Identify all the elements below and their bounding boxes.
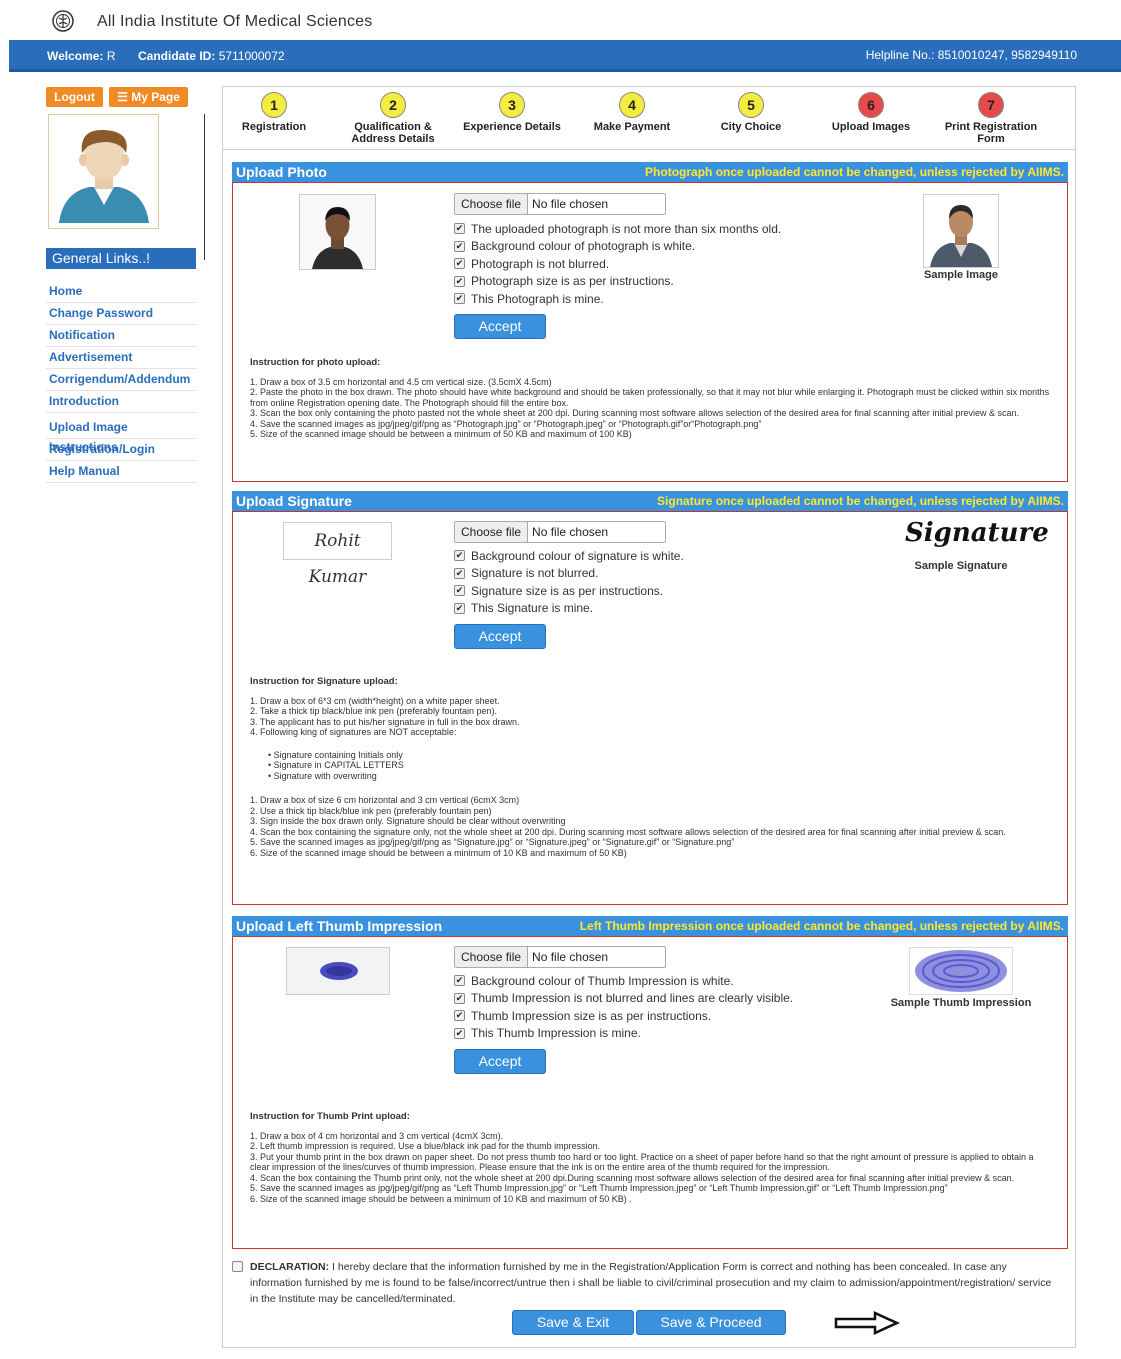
signature-check-blur[interactable]: ✔ Signature is not blurred. — [454, 565, 684, 583]
upload-photo-section: Upload Photo Photograph once uploaded ca… — [232, 162, 1068, 482]
step-make-payment[interactable]: 4 Make Payment — [572, 92, 692, 133]
sample-signature-image: Signature — [905, 518, 1049, 548]
user-avatar-icon — [59, 129, 149, 223]
declaration-text: DECLARATION: I hereby declare that the i… — [250, 1261, 1052, 1305]
unacceptable-signatures-list: Signature containing Initials only Signa… — [268, 750, 1055, 782]
photo-check-age[interactable]: ✔ The uploaded photograph is not more tha… — [454, 220, 781, 238]
section-header: Upload Left Thumb Impression Left Thumb … — [232, 916, 1068, 936]
step-experience[interactable]: 3 Experience Details — [452, 92, 572, 133]
arrow-right-icon — [834, 1311, 901, 1335]
save-proceed-button[interactable]: Save & Proceed — [636, 1310, 786, 1335]
declaration-checkbox[interactable] — [232, 1261, 243, 1272]
sidebar-divider — [204, 114, 205, 260]
uploaded-photo — [299, 194, 376, 270]
photo-check-mine[interactable]: ✔ This Photograph is mine. — [454, 290, 781, 308]
photo-check-blur[interactable]: ✔ Photograph is not blurred. — [454, 255, 781, 273]
step-upload-images[interactable]: 6 Upload Images — [811, 92, 931, 133]
thumb-file-input[interactable]: Choose file No file chosen — [454, 946, 666, 968]
logout-button[interactable]: Logout — [46, 87, 103, 107]
sidebar-item-introduction[interactable]: Introduction — [46, 391, 197, 413]
thumb-instructions: Instruction for Thumb Print upload: 1. D… — [250, 1111, 1034, 1204]
section-header: Upload Signature Signature once uploaded… — [232, 491, 1068, 511]
photo-file-input[interactable]: Choose file No file chosen — [454, 193, 666, 215]
upload-thumb-section: Upload Left Thumb Impression Left Thumb … — [232, 916, 1068, 1249]
sidebar-item-help-manual[interactable]: Help Manual — [46, 461, 197, 483]
sample-signature-label: Sample Signature — [914, 560, 1008, 572]
thumb-check-mine[interactable]: ✔ This Thumb Impression is mine. — [454, 1025, 793, 1043]
step-print-form[interactable]: 7 Print Registration Form — [931, 92, 1051, 145]
progress-steps: 1 Registration 2 Qualification & Address D… — [222, 86, 1076, 150]
signature-checklist: ✔ Background colour of signature is white… — [454, 547, 684, 617]
upload-signature-section: Upload Signature Signature once uploaded… — [232, 491, 1068, 905]
thumb-checklist: ✔ Background colour of Thumb Impression i… — [454, 972, 793, 1042]
signature-check-size[interactable]: ✔ Signature size is as per instructions. — [454, 582, 684, 600]
site-header: All India Institute Of Medical Sciences — [0, 0, 1121, 40]
thumb-accept-button[interactable]: Accept — [454, 1049, 546, 1074]
my-page-button[interactable]: ☰ My Page — [109, 87, 188, 107]
sidebar-item-upload-instructions[interactable]: Upload Image Instructions — [46, 417, 197, 454]
site-title: All India Institute Of Medical Sciences — [97, 13, 373, 30]
photo-accept-button[interactable]: Accept — [454, 314, 546, 339]
step-qualification[interactable]: 2 Qualification & Address Details — [333, 92, 453, 145]
sidebar-item-notification[interactable]: Notification — [46, 325, 197, 347]
photo-instructions: Instruction for photo upload: 1. Draw a … — [250, 357, 1050, 439]
welcome-text: Welcome: R — [47, 49, 116, 63]
sidebar-item-change-password[interactable]: Change Password — [46, 303, 197, 325]
photo-check-size[interactable]: ✔ Photograph size is as per instructions. — [454, 273, 781, 291]
step-city-choice[interactable]: 5 City Choice — [691, 92, 811, 133]
user-info-bar: Welcome: R Candidate ID: 5711000072 Help… — [9, 40, 1121, 72]
section-header: Upload Photo Photograph once uploaded ca… — [232, 162, 1068, 182]
sample-photo — [923, 194, 999, 268]
list-icon: ☰ — [117, 90, 132, 104]
uploaded-signature: Rohit Kumar — [283, 522, 392, 587]
save-exit-button[interactable]: Save & Exit — [512, 1310, 634, 1335]
helpline: Helpline No.: 8510010247, 9582949110 — [865, 48, 1077, 62]
general-links-header: General Links..! — [46, 248, 196, 269]
avatar — [48, 114, 159, 229]
step-registration[interactable]: 1 Registration — [214, 92, 334, 133]
sidebar-item-registration-login[interactable]: Registration/Login — [46, 439, 197, 461]
sidebar-nav: Home Change Password Notification Advert… — [46, 281, 197, 483]
sidebar-item-corrigendum[interactable]: Corrigendum/Addendum — [46, 369, 197, 391]
photo-check-background[interactable]: ✔ Background colour of photograph is whit… — [454, 238, 781, 256]
thumb-check-size[interactable]: ✔ Thumb Impression size is as per instruc… — [454, 1007, 793, 1025]
sample-thumb-image — [909, 947, 1013, 995]
signature-accept-button[interactable]: Accept — [454, 624, 546, 649]
sidebar-item-advertisement[interactable]: Advertisement — [46, 347, 197, 369]
photo-checklist: ✔ The uploaded photograph is not more tha… — [454, 220, 781, 308]
declaration: DECLARATION: I hereby declare that the i… — [232, 1259, 1054, 1307]
sample-image-label: Sample Image — [924, 269, 998, 281]
signature-file-input[interactable]: Choose file No file chosen — [454, 521, 666, 543]
aiims-logo-icon — [52, 10, 74, 32]
thumb-check-blur[interactable]: ✔ Thumb Impression is not blurred and lin… — [454, 990, 793, 1008]
candidate-id: Candidate ID: 5711000072 — [138, 49, 285, 63]
uploaded-thumb-impression — [286, 947, 390, 995]
sidebar-item-home[interactable]: Home — [46, 281, 197, 303]
signature-check-background[interactable]: ✔ Background colour of signature is white… — [454, 547, 684, 565]
signature-check-mine[interactable]: ✔ This Signature is mine. — [454, 600, 684, 618]
signature-instructions: Instruction for Signature upload: 1. Dra… — [250, 676, 1055, 858]
thumb-check-background[interactable]: ✔ Background colour of Thumb Impression i… — [454, 972, 793, 990]
sample-thumb-label: Sample Thumb Impression — [890, 997, 1032, 1009]
